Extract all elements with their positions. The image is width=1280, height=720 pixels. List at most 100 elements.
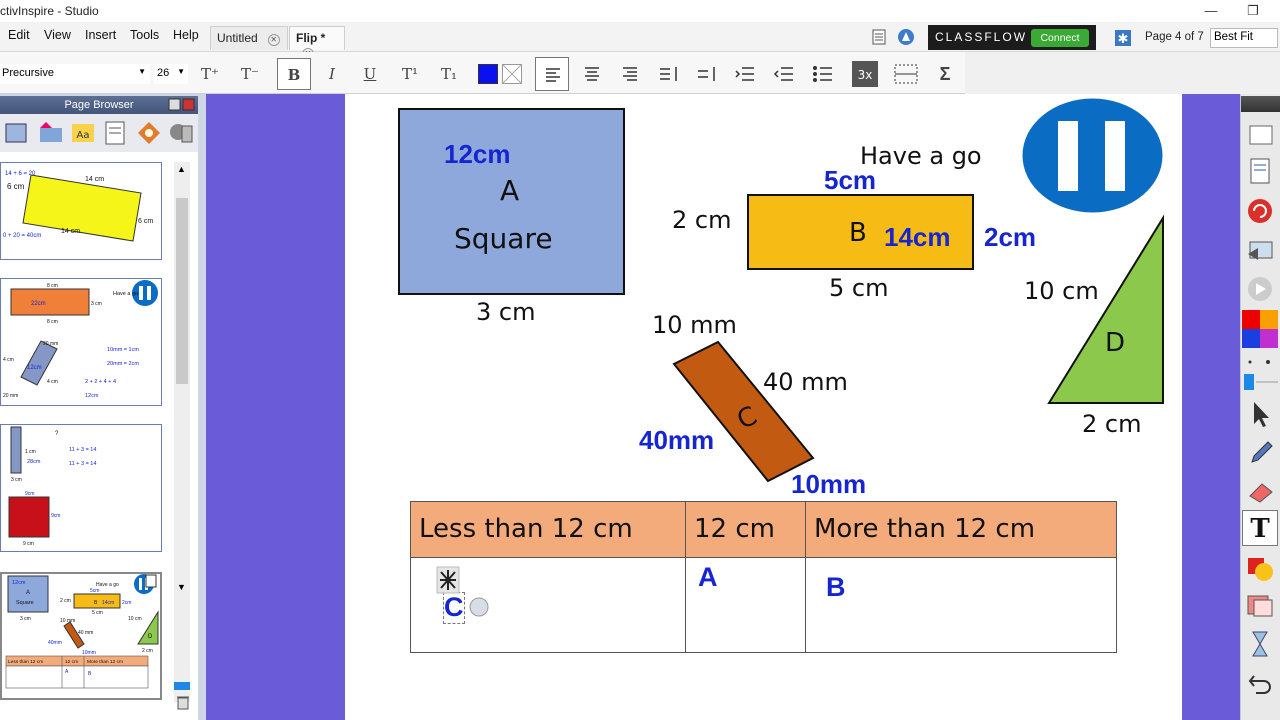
play-icon[interactable] bbox=[1244, 274, 1276, 304]
undo-icon[interactable] bbox=[1244, 666, 1276, 696]
italic-button[interactable]: I bbox=[315, 58, 349, 90]
chevron-up-icon[interactable]: ▲ bbox=[177, 164, 186, 174]
svg-text:10 cm: 10 cm bbox=[128, 616, 142, 622]
shape-c[interactable]: C bbox=[670, 338, 820, 486]
page-thumbnail-1[interactable]: 14 + 6 = 20 6 cm 14 cm 6 cm 14 cm 0 + 20… bbox=[0, 162, 162, 260]
page-thumbnail-3[interactable]: ? 1 cm 28cm 3 cm 11 + 3 = 14 11 + 3 = 14… bbox=[0, 424, 162, 552]
page-browser-icon[interactable] bbox=[2, 118, 32, 148]
no-fill-icon[interactable] bbox=[502, 64, 522, 84]
grow-font-button[interactable]: T⁺ bbox=[193, 58, 227, 90]
page-browser-scrollbar[interactable]: ▲ ▼ bbox=[174, 162, 190, 702]
svg-text:2 cm: 2 cm bbox=[142, 648, 153, 654]
minimize-button[interactable]: — bbox=[1188, 0, 1234, 22]
zoom-select[interactable]: Best Fit bbox=[1210, 28, 1278, 48]
tab-untitled[interactable]: Untitled ✕ bbox=[210, 26, 288, 50]
triangle-left-label: 10 cm bbox=[1024, 277, 1099, 305]
answer-b[interactable]: B bbox=[826, 572, 846, 603]
chevron-down-icon[interactable]: ▼ bbox=[177, 582, 186, 592]
para-bottom-measure[interactable]: 10mm bbox=[791, 469, 866, 500]
menu-tools[interactable]: Tools bbox=[130, 28, 159, 42]
insert-media-icon[interactable] bbox=[1244, 590, 1276, 620]
connect-button[interactable]: Connect bbox=[1031, 29, 1089, 47]
notes-icon[interactable] bbox=[871, 28, 887, 46]
bold-button[interactable]: B bbox=[277, 58, 311, 90]
font-size-select[interactable]: 26 ▼ bbox=[154, 64, 188, 84]
answer-a[interactable]: A bbox=[698, 562, 718, 593]
svg-text:11 + 3 = 14: 11 + 3 = 14 bbox=[69, 447, 96, 453]
restore-button[interactable]: ❐ bbox=[1230, 0, 1276, 22]
answer-c[interactable]: C bbox=[444, 592, 464, 623]
scrollbar-thumb[interactable] bbox=[176, 198, 188, 384]
svg-text:10 mm: 10 mm bbox=[60, 618, 75, 624]
menu-help[interactable]: Help bbox=[173, 28, 199, 42]
underline-button[interactable]: U bbox=[353, 58, 387, 90]
triangle-d[interactable] bbox=[1046, 214, 1166, 406]
timer-icon[interactable] bbox=[1244, 628, 1276, 658]
rotate-handle-icon[interactable] bbox=[468, 596, 490, 618]
shrink-font-button[interactable]: T⁻ bbox=[233, 58, 267, 90]
svg-text:✱: ✱ bbox=[1118, 32, 1129, 47]
panel-pin-icon[interactable] bbox=[168, 98, 196, 112]
superscript-button[interactable]: T¹ bbox=[393, 58, 427, 90]
table-header-row: Less than 12 cm 12 cm More than 12 cm bbox=[410, 501, 1117, 558]
tab-flip[interactable]: Flip *✕ bbox=[289, 26, 345, 60]
desktop-annotate-icon[interactable] bbox=[1244, 236, 1276, 266]
svg-text:Aa: Aa bbox=[77, 130, 90, 141]
shape-tool-icon[interactable] bbox=[1244, 552, 1276, 582]
subscript-button[interactable]: T₁ bbox=[432, 58, 466, 90]
outdent-icon[interactable] bbox=[767, 57, 801, 91]
page-indicator: Page 4 of 7 bbox=[1145, 31, 1204, 43]
select-pointer-icon[interactable] bbox=[1244, 398, 1276, 428]
pen-icon[interactable] bbox=[1244, 436, 1276, 466]
paragraph-spacing-icon[interactable] bbox=[690, 57, 724, 91]
action-browser-icon[interactable] bbox=[166, 118, 196, 148]
line-spacing-icon[interactable] bbox=[652, 57, 686, 91]
svg-text:Less than 12 cm: Less than 12 cm bbox=[8, 659, 43, 665]
chevron-down-icon[interactable]: ▼ bbox=[177, 67, 185, 76]
property-browser-icon[interactable] bbox=[134, 118, 164, 148]
chevron-down-icon[interactable]: ▼ bbox=[138, 67, 146, 76]
menu-insert[interactable]: Insert bbox=[85, 28, 116, 42]
align-right-icon[interactable] bbox=[613, 57, 647, 91]
page-thumbnail-4[interactable]: 12cm A Square 3 cm Have a go 5cm 2 cm B … bbox=[0, 572, 162, 700]
trash-icon[interactable] bbox=[176, 694, 190, 710]
object-browser-icon[interactable]: Aa bbox=[68, 118, 98, 148]
eraser-icon[interactable] bbox=[1244, 474, 1276, 504]
snowflake-icon[interactable]: ✱ bbox=[1114, 29, 1132, 47]
notes-browser-icon[interactable] bbox=[100, 118, 130, 148]
para-left-measure[interactable]: 40mm bbox=[639, 425, 714, 456]
rect-top-measure[interactable]: 5cm bbox=[824, 165, 876, 196]
bullet-list-icon[interactable] bbox=[806, 57, 840, 91]
align-left-icon[interactable] bbox=[535, 57, 569, 91]
calculator-icon[interactable]: 3x bbox=[850, 59, 880, 89]
promethean-icon[interactable] bbox=[897, 28, 915, 46]
resource-browser-icon[interactable] bbox=[36, 118, 66, 148]
cell-more-than[interactable] bbox=[805, 557, 1117, 653]
font-name-select[interactable]: Precursive ▼ bbox=[0, 64, 150, 84]
reset-icon[interactable] bbox=[1244, 196, 1276, 226]
page-notes-icon[interactable] bbox=[144, 574, 158, 588]
square-measure[interactable]: 12cm bbox=[444, 139, 511, 170]
thumb-text: 14 cm bbox=[61, 228, 80, 235]
pen-width-icon[interactable] bbox=[1242, 354, 1278, 392]
align-center-icon[interactable] bbox=[575, 57, 609, 91]
close-icon[interactable]: ✕ bbox=[267, 34, 280, 46]
rect-right-measure[interactable]: 2cm bbox=[984, 222, 1036, 253]
table-insert-icon[interactable] bbox=[891, 59, 921, 89]
color-palette-icon[interactable] bbox=[1242, 310, 1278, 348]
text-tool-icon[interactable]: T bbox=[1242, 510, 1278, 546]
svg-text:8 cm: 8 cm bbox=[47, 283, 58, 289]
rect-measure[interactable]: 14cm bbox=[884, 222, 951, 253]
move-handle-icon[interactable] bbox=[436, 566, 460, 594]
thumb-text: 14 cm bbox=[85, 176, 104, 183]
equation-button[interactable]: Σ bbox=[928, 58, 962, 90]
font-name: Precursive bbox=[2, 67, 54, 79]
text-color-swatch[interactable] bbox=[478, 64, 498, 84]
toolbox-menu-icon[interactable] bbox=[1244, 120, 1276, 150]
indent-icon[interactable] bbox=[728, 57, 762, 91]
menu-edit[interactable]: Edit bbox=[8, 28, 30, 42]
pause-icon[interactable] bbox=[1021, 97, 1164, 214]
page-thumbnail-2[interactable]: Have a go 8 cm 22cm 3 cm 8 cm 20 mm 4 cm… bbox=[0, 278, 162, 406]
flipchart-icon[interactable] bbox=[1244, 156, 1276, 186]
menu-view[interactable]: View bbox=[44, 28, 71, 42]
